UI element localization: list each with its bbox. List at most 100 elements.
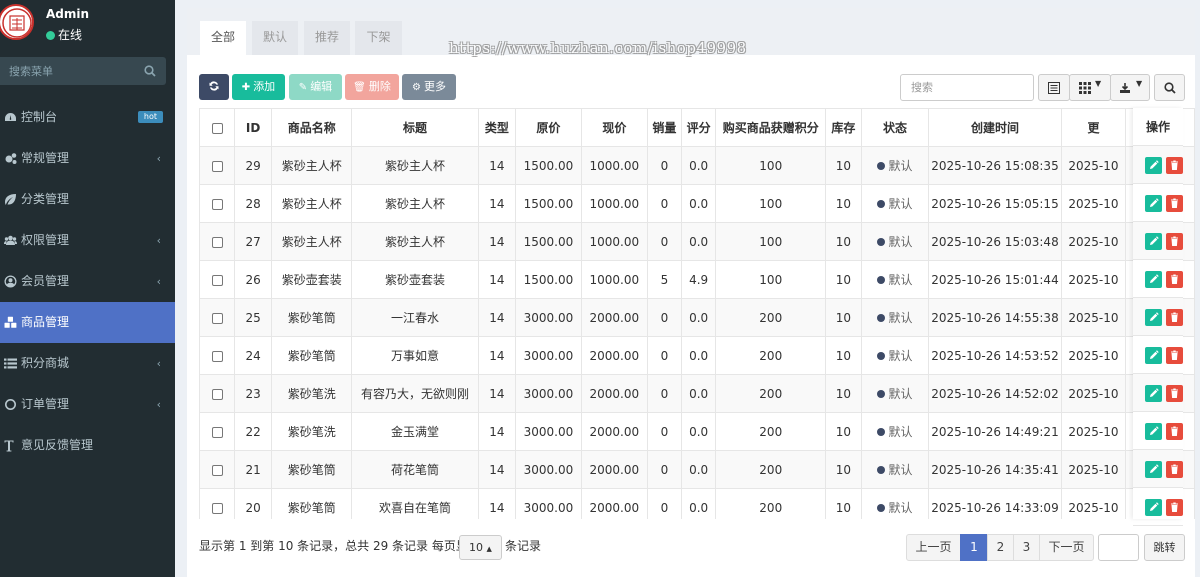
cell-status: 默认 [860, 374, 930, 413]
row-delete-button[interactable] [1166, 423, 1183, 440]
tab-default[interactable]: 默认 [252, 21, 298, 55]
row-checkbox[interactable] [211, 198, 223, 210]
row-checkbox[interactable] [211, 464, 223, 476]
row-delete-button[interactable] [1166, 195, 1183, 212]
cell-orig: 3000.00 [515, 488, 582, 519]
col-header-stock[interactable]: 库存 [825, 108, 862, 147]
sidebar-search-input[interactable] [0, 57, 140, 85]
row-delete-button[interactable] [1166, 385, 1183, 402]
next-page-button[interactable]: 下一页 [1039, 534, 1094, 561]
tab-recommend[interactable]: 推荐 [304, 21, 350, 55]
table-row[interactable]: 22 紫砂笔洗 金玉满堂 14 3000.00 2000.00 0 0.0 200 10 默认 202… [199, 412, 1195, 451]
table-row[interactable]: 25 紫砂笔筒 一江春水 14 3000.00 2000.00 0 0.0 200 10 默认 202… [199, 298, 1195, 337]
row-edit-button[interactable] [1145, 157, 1162, 174]
tab-all[interactable]: 全部 [200, 21, 246, 55]
row-edit-button[interactable] [1145, 347, 1162, 364]
row-edit-button[interactable] [1145, 271, 1162, 288]
row-delete-button[interactable] [1166, 233, 1183, 250]
table-row[interactable]: 28 紫砂主人杯 紫砂主人杯 14 1500.00 1000.00 0 0.0 100 10 默认 2… [199, 184, 1195, 223]
col-header-sales[interactable]: 销量 [647, 108, 682, 147]
page-2-button[interactable]: 2 [987, 534, 1014, 561]
table-row[interactable]: 29 紫砂主人杯 紫砂主人杯 14 1500.00 1000.00 0 0.0 100 10 默认 2… [199, 146, 1195, 185]
page-jump-button[interactable]: 跳转 [1144, 534, 1185, 561]
export-button[interactable]: ▼ [1110, 74, 1150, 101]
cell-sales: 0 [647, 336, 682, 375]
row-edit-button[interactable] [1145, 499, 1162, 516]
edit-button[interactable]: ✎ 编辑 [289, 74, 342, 100]
tab-offshelf[interactable]: 下架 [355, 21, 402, 55]
avatar[interactable] [0, 4, 34, 40]
col-header-name[interactable]: 商品名称 [271, 108, 353, 147]
status-dot [877, 390, 886, 398]
sidebar-item-category[interactable]: 分类管理 [0, 179, 175, 220]
row-checkbox[interactable] [211, 350, 223, 362]
row-checkbox[interactable] [211, 388, 223, 400]
col-header-title[interactable]: 标题 [351, 108, 479, 147]
row-delete-button[interactable] [1166, 499, 1183, 516]
cell-updated: 2025-10 [1060, 412, 1127, 451]
row-select-cell [199, 336, 236, 375]
sidebar-item-products[interactable]: 商品管理 [0, 302, 175, 343]
page-jump-input[interactable] [1098, 534, 1139, 561]
pagination-summary: 显示第 1 到第 10 条记录，总共 29 条记录 每页显示 [199, 539, 480, 553]
caret-down-icon: ▼ [1095, 79, 1102, 88]
col-header-orig-price[interactable]: 原价 [515, 108, 582, 147]
more-button[interactable]: ⚙ 更多 [402, 74, 456, 100]
sidebar-item-points-mall[interactable]: 积分商城 ‹ [0, 343, 175, 384]
col-header-status[interactable]: 状态 [860, 108, 930, 147]
table-search-input[interactable] [900, 74, 1034, 101]
row-edit-button[interactable] [1145, 309, 1162, 326]
add-button[interactable]: ✚ 添加 [232, 74, 285, 100]
delete-button[interactable]: 🗑 删除 [345, 74, 399, 100]
row-edit-button[interactable] [1145, 195, 1162, 212]
cell-updated: 2025-10 [1060, 222, 1127, 261]
sidebar-item-dashboard[interactable]: 控制台 hot [0, 97, 175, 138]
pagination-suffix: 条记录 [505, 539, 542, 553]
col-header-points[interactable]: 购买商品获赠积分 [715, 108, 827, 147]
toggle-view-button[interactable] [1038, 74, 1070, 101]
row-delete-button[interactable] [1166, 309, 1183, 326]
search-toggle-button[interactable] [1154, 74, 1185, 101]
sidebar-item-feedback[interactable]: 意见反馈管理 [0, 425, 175, 466]
table-row[interactable]: 24 紫砂笔筒 万事如意 14 3000.00 2000.00 0 0.0 200 10 默认 202… [199, 336, 1195, 375]
row-checkbox[interactable] [211, 312, 223, 324]
row-delete-button[interactable] [1166, 157, 1183, 174]
col-header-score[interactable]: 评分 [680, 108, 717, 147]
row-edit-button[interactable] [1145, 385, 1162, 402]
row-delete-button[interactable] [1166, 347, 1183, 364]
select-all-checkbox[interactable] [211, 122, 223, 134]
table-row[interactable]: 27 紫砂主人杯 紫砂主人杯 14 1500.00 1000.00 0 0.0 100 10 默认 2… [199, 222, 1195, 261]
page-1-button[interactable]: 1 [960, 534, 988, 561]
col-header-updated[interactable]: 更 [1060, 108, 1127, 147]
row-edit-button[interactable] [1145, 461, 1162, 478]
row-checkbox[interactable] [211, 236, 223, 248]
table-row[interactable]: 23 紫砂笔洗 有容乃大，无欲则刚 14 3000.00 2000.00 0 0.0 200 10… [199, 374, 1195, 413]
table-row[interactable]: 20 紫砂笔筒 欢喜自在笔筒 14 3000.00 2000.00 0 0.0 200 10 默认 2… [199, 488, 1195, 519]
row-checkbox[interactable] [211, 160, 223, 172]
row-checkbox[interactable] [211, 502, 223, 514]
table-row[interactable]: 21 紫砂笔筒 荷花笔筒 14 3000.00 2000.00 0 0.0 200 10 默认 202… [199, 450, 1195, 489]
table-row[interactable]: 26 紫砂壶套装 紫砂壶套装 14 1500.00 1000.00 5 4.9 100 10 默认 2… [199, 260, 1195, 299]
page-size-select[interactable]: 10 ▲ [459, 535, 502, 560]
row-checkbox[interactable] [211, 274, 223, 286]
sidebar-item-orders[interactable]: 订单管理 ‹ [0, 384, 175, 425]
page-3-button[interactable]: 3 [1013, 534, 1040, 561]
sidebar-item-permission[interactable]: 权限管理 ‹ [0, 220, 175, 261]
col-header-created[interactable]: 创建时间 [928, 108, 1062, 147]
sidebar-item-general[interactable]: 常规管理 ‹ [0, 138, 175, 179]
cell-id: 22 [234, 412, 273, 451]
row-edit-button[interactable] [1145, 233, 1162, 250]
sidebar-item-member[interactable]: 会员管理 ‹ [0, 261, 175, 302]
row-delete-button[interactable] [1166, 271, 1183, 288]
col-header-type[interactable]: 类型 [477, 108, 517, 147]
col-header-id[interactable]: ID [234, 108, 273, 147]
columns-button[interactable]: ▼ [1069, 74, 1111, 101]
row-edit-button[interactable] [1145, 423, 1162, 440]
prev-page-button[interactable]: 上一页 [906, 534, 961, 561]
text-height-icon [4, 440, 14, 452]
row-delete-button[interactable] [1166, 461, 1183, 478]
row-checkbox[interactable] [211, 426, 223, 438]
col-header-price[interactable]: 现价 [580, 108, 649, 147]
search-icon[interactable] [144, 65, 156, 77]
refresh-button[interactable] [199, 74, 229, 100]
